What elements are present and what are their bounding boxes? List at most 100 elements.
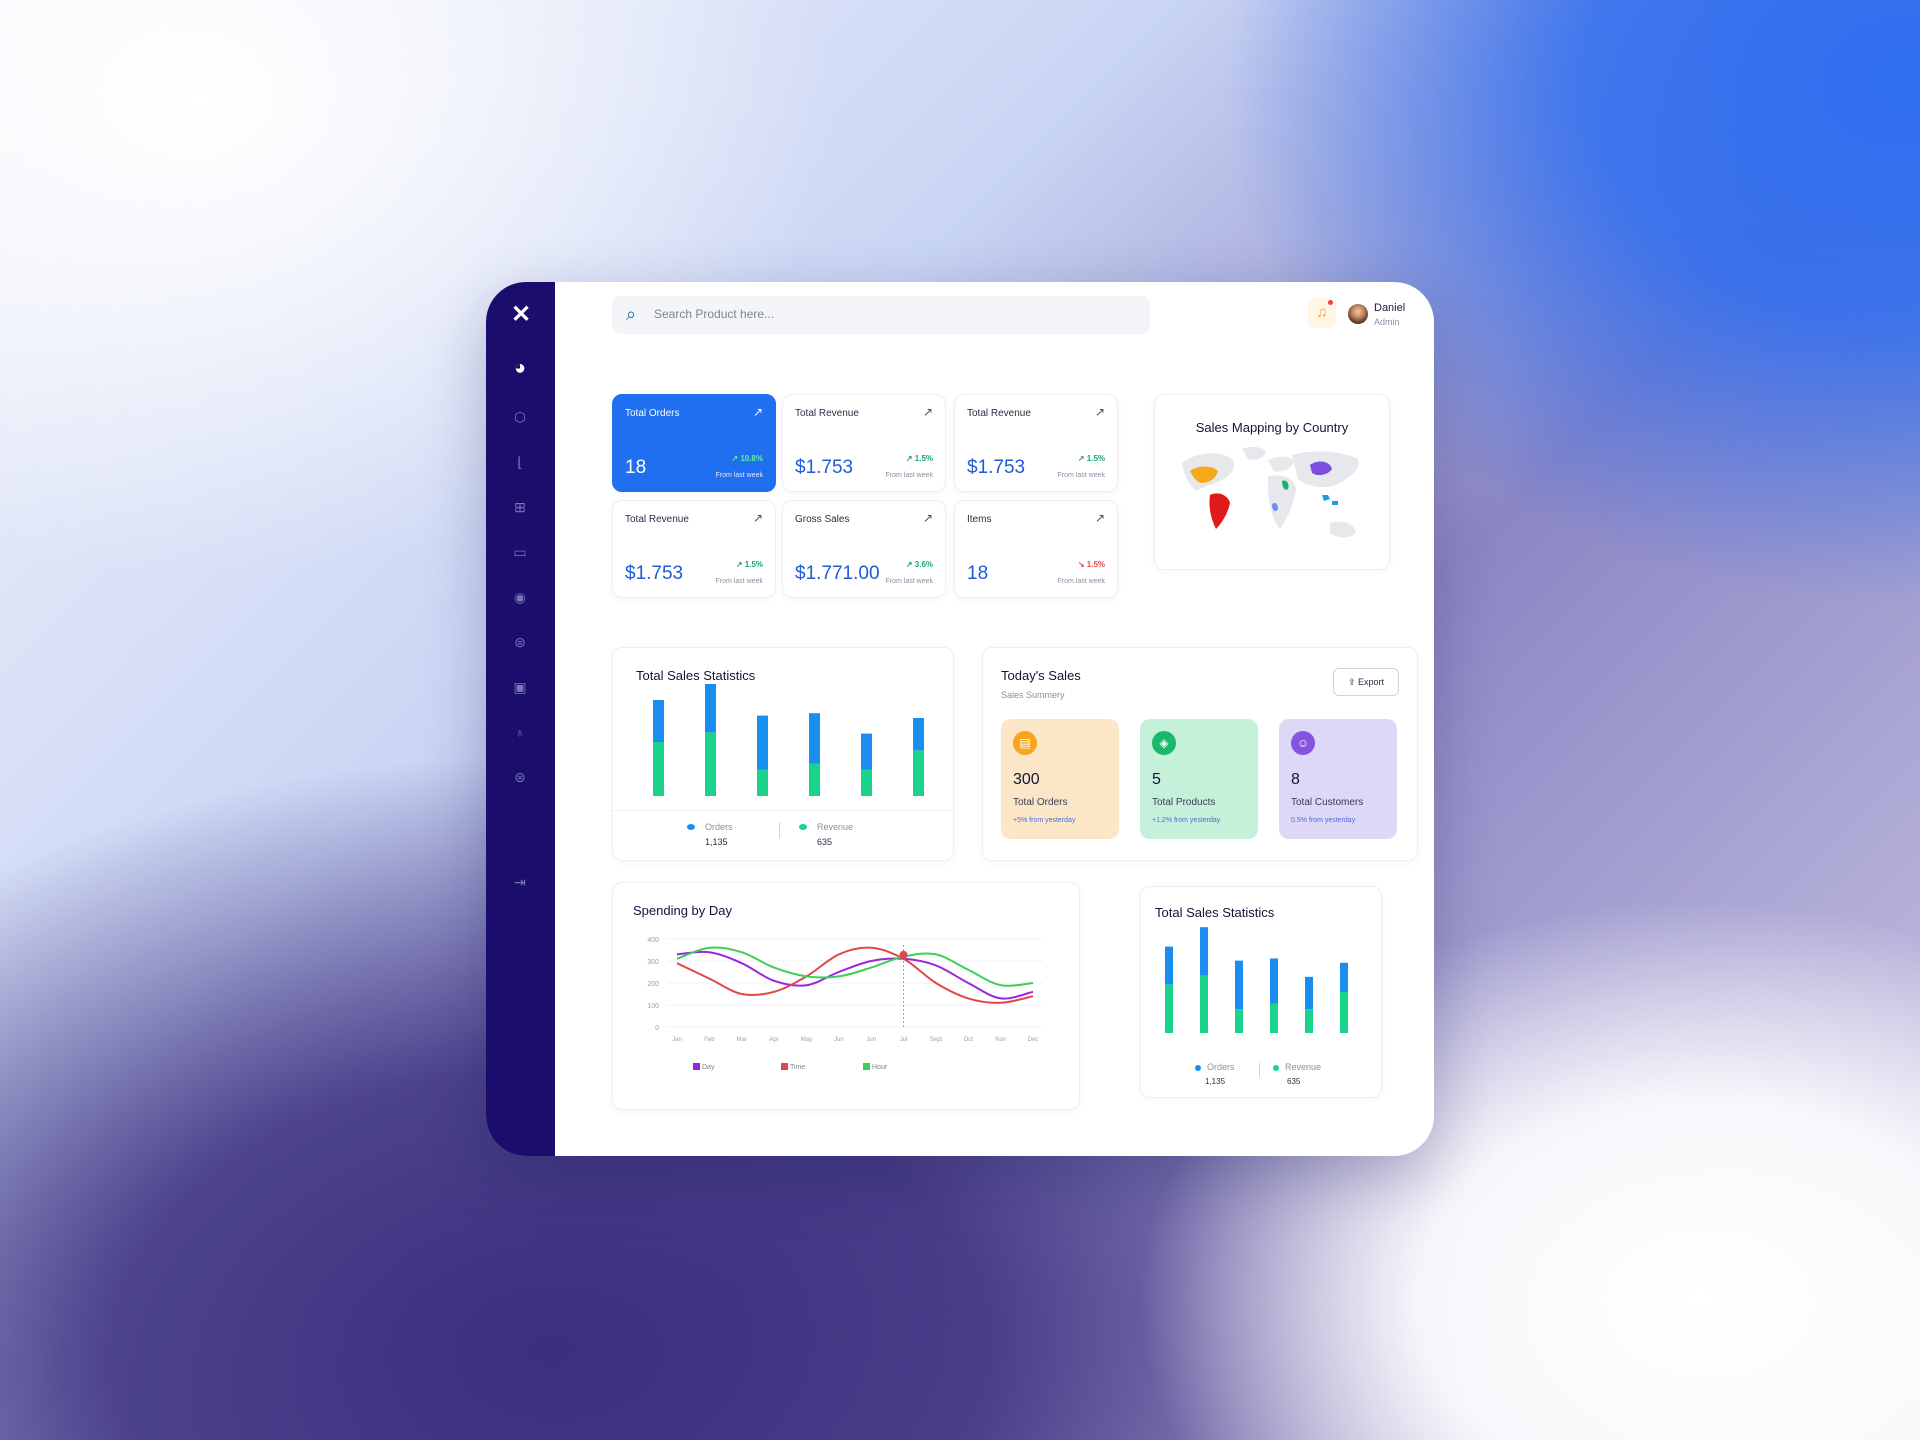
items-change: ↘ 1.5% <box>1077 560 1105 569</box>
summary-orders-label: Total Orders <box>1013 797 1068 808</box>
total-sales-title-2: Total Sales Statistics <box>1155 905 1275 920</box>
summary-orders-sub: +5% from yesterday <box>1013 817 1076 824</box>
user-role: Admin <box>1374 317 1400 327</box>
logo-icon[interactable]: ✕ <box>508 302 534 328</box>
gross-sales-card[interactable]: Gross Sales ↗ $1.771.00 ↗ 3.6% From last wee… <box>782 500 946 598</box>
gross-sales-change: ↗ 3.6% <box>905 560 933 569</box>
y-tick-label: 0 <box>655 1025 659 1032</box>
avatar[interactable] <box>1348 304 1368 324</box>
arrow-up-right-icon[interactable]: ↗ <box>1095 405 1105 419</box>
revenue-bar <box>1305 1009 1313 1033</box>
total-revenue-3-card[interactable]: Total Revenue ↗ $1.753 ↗ 1.5% From last week <box>612 500 776 598</box>
arrow-up-right-icon[interactable]: ↗ <box>1095 511 1105 525</box>
orders-bar <box>653 700 664 742</box>
dashboard-icon[interactable]: ◕ <box>508 356 532 380</box>
revenue-legend-label-2: Revenue <box>1285 1062 1322 1072</box>
orders-bar <box>913 718 924 751</box>
total-orders-value: 18 <box>625 457 647 478</box>
settings-icon[interactable]: ⊛ <box>508 765 532 789</box>
orders-bar <box>809 713 820 764</box>
total-revenue-2-card[interactable]: Total Revenue ↗ $1.753 ↗ 1.5% From last week <box>954 394 1118 492</box>
summary-orders-value: 300 <box>1013 771 1040 788</box>
items-sub: From last week <box>1057 578 1105 585</box>
revenue-bar <box>757 769 768 796</box>
x-tick-label: Mar <box>737 1037 747 1043</box>
hover-point[interactable] <box>899 950 908 959</box>
todays-sales-title: Today's Sales <box>1001 668 1081 683</box>
items-card[interactable]: Items ↗ 18 ↘ 1.5% From last week <box>954 500 1118 598</box>
australia-shape <box>1330 521 1356 538</box>
user-icon[interactable]: ♁ <box>508 720 532 744</box>
summary-customers-sub: 0.5% from yesterday <box>1291 817 1356 824</box>
orders-bar <box>1270 958 1278 1004</box>
search-icon: ⌕ <box>626 304 637 324</box>
cart-icon[interactable]: ⊞ <box>508 495 532 519</box>
orders-bar <box>861 733 872 770</box>
archive-icon[interactable]: ▭ <box>508 540 532 564</box>
total-sales-card: Total Sales Statistics Orders 1,135 Reve… <box>612 647 954 861</box>
orders-legend-dot <box>687 824 695 830</box>
x-tick-label: Dec <box>1028 1037 1039 1043</box>
world-map <box>1182 446 1359 538</box>
x-tick-label: Jan <box>672 1037 682 1043</box>
arrow-up-right-icon[interactable]: ↗ <box>753 405 763 419</box>
total-revenue-2-label: Total Revenue <box>967 408 1031 419</box>
search-input[interactable]: ⌕ Search Product here... <box>612 296 1150 334</box>
revenue-legend-value-2: 635 <box>1287 1077 1301 1086</box>
spending-card: Spending by Day 400 300 200 100 0 Jan Feb Mar Ap… <box>612 882 1080 1110</box>
arrow-up-right-icon[interactable]: ↗ <box>923 405 933 419</box>
total-orders-change: ↗ 10.8% <box>731 454 763 463</box>
total-revenue-1-sub: From last week <box>885 472 933 479</box>
revenue-bar <box>705 732 716 796</box>
total-orders-label: Total Orders <box>625 408 680 419</box>
hour-legend-swatch <box>863 1063 870 1070</box>
total-revenue-2-change: ↗ 1.5% <box>1077 454 1105 463</box>
total-revenue-1-card[interactable]: Total Revenue ↗ $1.753 ↗ 1.5% From last week <box>782 394 946 492</box>
orders-bar <box>757 715 768 770</box>
total-revenue-2-value: $1.753 <box>967 457 1026 478</box>
revenue-bar <box>1340 991 1348 1033</box>
gamepad-icon[interactable]: ⊜ <box>508 630 532 654</box>
arrow-up-right-icon[interactable]: ↗ <box>753 511 763 525</box>
total-revenue-1-value: $1.753 <box>795 457 854 478</box>
items-label: Items <box>967 514 992 525</box>
brazil-shape <box>1209 493 1230 529</box>
orders-bar <box>1340 962 1348 992</box>
x-tick-label: Jul <box>900 1037 908 1043</box>
x-tick-label: Jun <box>834 1037 844 1043</box>
total-revenue-2-sub: From last week <box>1057 472 1105 479</box>
x-tick-label: Jun <box>866 1037 876 1043</box>
revenue-bar <box>1200 975 1208 1033</box>
summary-card-customers[interactable]: ☺ 8 Total Customers 0.5% from yesterday <box>1279 719 1397 839</box>
x-tick-label: Feb <box>704 1037 715 1043</box>
dashboard-window: ✕ ◕ ⬡ ⌊ ⊞ ▭ ◉ ⊜ ▣ ♁ ⊛ ⇥ ⌕ Search Product here... ♫… <box>486 282 1434 1156</box>
day-legend-label: Day <box>702 1064 715 1071</box>
total-sales-title: Total Sales Statistics <box>636 668 756 683</box>
arrow-up-right-icon[interactable]: ↗ <box>923 511 933 525</box>
revenue-legend-value: 635 <box>817 837 833 847</box>
location-icon[interactable]: ◉ <box>508 585 532 609</box>
summary-customers-value: 8 <box>1291 771 1300 788</box>
export-button[interactable]: ⇪ Export <box>1333 668 1399 696</box>
total-sales-card-2: Total Sales Statistics Orders 1,135 Reve… <box>1140 886 1382 1098</box>
chart-icon[interactable]: ⌊ <box>508 450 532 474</box>
sales-map-title: Sales Mapping by Country <box>1195 420 1349 435</box>
total-revenue-1-change: ↗ 1.5% <box>905 454 933 463</box>
orders-legend-label-2: Orders <box>1207 1062 1235 1072</box>
box-icon[interactable]: ⬡ <box>508 405 532 429</box>
x-tick-label: Apr <box>769 1037 778 1043</box>
orders-bar <box>705 684 716 733</box>
logout-icon[interactable]: ⇥ <box>508 870 532 894</box>
summary-customers-label: Total Customers <box>1291 797 1364 808</box>
summary-card-products[interactable]: ◈ 5 Total Products +1.2% from yesterday <box>1140 719 1258 839</box>
revenue-bar <box>1235 1009 1243 1033</box>
spending-title: Spending by Day <box>633 903 733 918</box>
total-orders-card[interactable]: Total Orders ↗ 18 ↗ 10.8% From last week <box>612 394 776 492</box>
search-placeholder: Search Product here... <box>654 307 775 321</box>
day-legend-swatch <box>693 1063 700 1070</box>
user-name[interactable]: Daniel <box>1374 302 1405 314</box>
notification-bell-icon[interactable]: ♫ <box>1308 298 1336 328</box>
summary-card-orders[interactable]: ▤ 300 Total Orders +5% from yesterday <box>1001 719 1119 839</box>
export-label: Export <box>1358 677 1385 687</box>
stats-icon[interactable]: ▣ <box>508 675 532 699</box>
